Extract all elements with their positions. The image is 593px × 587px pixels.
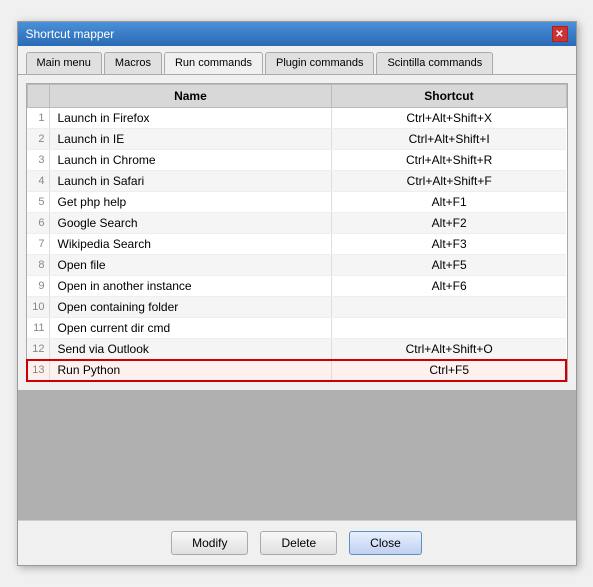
table-row[interactable]: 7Wikipedia SearchAlt+F3 bbox=[27, 234, 566, 255]
row-shortcut: Alt+F3 bbox=[332, 234, 566, 255]
title-bar: Shortcut mapper ✕ bbox=[18, 22, 576, 46]
delete-button[interactable]: Delete bbox=[260, 531, 337, 555]
table-row[interactable]: 6Google SearchAlt+F2 bbox=[27, 213, 566, 234]
shortcut-table: Name Shortcut 1Launch in FirefoxCtrl+Alt… bbox=[27, 84, 567, 381]
table-row[interactable]: 5Get php helpAlt+F1 bbox=[27, 192, 566, 213]
row-number: 5 bbox=[27, 192, 49, 213]
row-name: Launch in Chrome bbox=[49, 150, 332, 171]
row-shortcut bbox=[332, 318, 566, 339]
table-row[interactable]: 10Open containing folder bbox=[27, 297, 566, 318]
row-shortcut: Alt+F2 bbox=[332, 213, 566, 234]
row-number: 3 bbox=[27, 150, 49, 171]
row-number: 6 bbox=[27, 213, 49, 234]
row-name: Google Search bbox=[49, 213, 332, 234]
col-name-header: Name bbox=[49, 85, 332, 108]
close-button-footer[interactable]: Close bbox=[349, 531, 422, 555]
shortcut-mapper-window: Shortcut mapper ✕ Main menu Macros Run c… bbox=[17, 21, 577, 566]
table-row[interactable]: 3Launch in ChromeCtrl+Alt+Shift+R bbox=[27, 150, 566, 171]
tab-plugin-commands[interactable]: Plugin commands bbox=[265, 52, 374, 74]
row-shortcut: Ctrl+Alt+Shift+X bbox=[332, 108, 566, 129]
col-num-header bbox=[27, 85, 49, 108]
row-name: Open file bbox=[49, 255, 332, 276]
gray-area bbox=[18, 390, 576, 520]
table-row[interactable]: 4Launch in SafariCtrl+Alt+Shift+F bbox=[27, 171, 566, 192]
row-number: 8 bbox=[27, 255, 49, 276]
row-number: 11 bbox=[27, 318, 49, 339]
table-row[interactable]: 1Launch in FirefoxCtrl+Alt+Shift+X bbox=[27, 108, 566, 129]
row-shortcut: Alt+F6 bbox=[332, 276, 566, 297]
row-number: 12 bbox=[27, 339, 49, 360]
footer: Modify Delete Close bbox=[18, 520, 576, 565]
row-number: 10 bbox=[27, 297, 49, 318]
tabs-bar: Main menu Macros Run commands Plugin com… bbox=[18, 46, 576, 75]
row-shortcut: Ctrl+Alt+Shift+F bbox=[332, 171, 566, 192]
row-name: Open current dir cmd bbox=[49, 318, 332, 339]
row-number: 13 bbox=[27, 360, 49, 381]
table-row[interactable]: 11Open current dir cmd bbox=[27, 318, 566, 339]
row-shortcut: Ctrl+F5 bbox=[332, 360, 566, 381]
row-number: 7 bbox=[27, 234, 49, 255]
table-row[interactable]: 9Open in another instanceAlt+F6 bbox=[27, 276, 566, 297]
row-shortcut: Alt+F5 bbox=[332, 255, 566, 276]
row-name: Launch in Safari bbox=[49, 171, 332, 192]
table-row[interactable]: 13Run PythonCtrl+F5 bbox=[27, 360, 566, 381]
row-name: Get php help bbox=[49, 192, 332, 213]
window-title: Shortcut mapper bbox=[26, 27, 115, 41]
row-name: Wikipedia Search bbox=[49, 234, 332, 255]
row-shortcut bbox=[332, 297, 566, 318]
row-number: 9 bbox=[27, 276, 49, 297]
shortcut-table-container: Name Shortcut 1Launch in FirefoxCtrl+Alt… bbox=[26, 83, 568, 382]
row-name: Open containing folder bbox=[49, 297, 332, 318]
row-shortcut: Alt+F1 bbox=[332, 192, 566, 213]
row-name: Send via Outlook bbox=[49, 339, 332, 360]
tab-scintilla-commands[interactable]: Scintilla commands bbox=[376, 52, 493, 74]
row-shortcut: Ctrl+Alt+Shift+R bbox=[332, 150, 566, 171]
tab-main-menu[interactable]: Main menu bbox=[26, 52, 102, 74]
row-name: Launch in IE bbox=[49, 129, 332, 150]
row-number: 2 bbox=[27, 129, 49, 150]
tab-run-commands[interactable]: Run commands bbox=[164, 52, 263, 74]
table-header-row: Name Shortcut bbox=[27, 85, 566, 108]
close-button[interactable]: ✕ bbox=[552, 26, 568, 42]
row-number: 1 bbox=[27, 108, 49, 129]
modify-button[interactable]: Modify bbox=[171, 531, 248, 555]
title-bar-controls: ✕ bbox=[552, 26, 568, 42]
row-shortcut: Ctrl+Alt+Shift+I bbox=[332, 129, 566, 150]
row-name: Run Python bbox=[49, 360, 332, 381]
table-body: 1Launch in FirefoxCtrl+Alt+Shift+X2Launc… bbox=[27, 108, 566, 381]
row-name: Open in another instance bbox=[49, 276, 332, 297]
row-name: Launch in Firefox bbox=[49, 108, 332, 129]
row-number: 4 bbox=[27, 171, 49, 192]
tab-macros[interactable]: Macros bbox=[104, 52, 162, 74]
col-shortcut-header: Shortcut bbox=[332, 85, 566, 108]
content-area: Name Shortcut 1Launch in FirefoxCtrl+Alt… bbox=[18, 75, 576, 390]
table-row[interactable]: 2Launch in IECtrl+Alt+Shift+I bbox=[27, 129, 566, 150]
table-row[interactable]: 8Open fileAlt+F5 bbox=[27, 255, 566, 276]
row-shortcut: Ctrl+Alt+Shift+O bbox=[332, 339, 566, 360]
table-row[interactable]: 12Send via OutlookCtrl+Alt+Shift+O bbox=[27, 339, 566, 360]
